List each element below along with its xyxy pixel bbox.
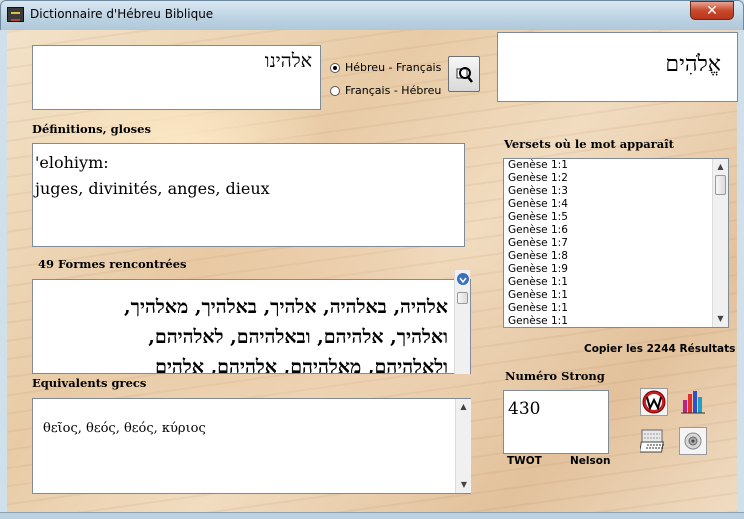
copy-results-link[interactable]: Copier les 2244 Résultats bbox=[584, 343, 735, 355]
radio-label: Français - Hébreu bbox=[345, 84, 442, 97]
scroll-down-arrow[interactable]: ▼ bbox=[713, 311, 728, 327]
scroll-thumb[interactable] bbox=[457, 292, 468, 304]
greek-scrollbar[interactable]: ▲ ▼ bbox=[455, 399, 471, 493]
verse-list-item[interactable]: Genèse 1:6 bbox=[504, 224, 728, 237]
verse-list-item[interactable]: Genèse 1:8 bbox=[504, 250, 728, 263]
verse-list-item[interactable]: Genèse 1:9 bbox=[504, 263, 728, 276]
definition-line: 'elohiym: bbox=[35, 153, 109, 172]
verses-scrollbar[interactable]: ▲ ▼ bbox=[712, 159, 728, 327]
search-input[interactable]: אלהינו bbox=[32, 45, 321, 110]
close-button[interactable]: ✕ bbox=[690, 1, 734, 20]
definition-line: juges, divinités, anges, dieux bbox=[35, 179, 270, 198]
verse-list-item[interactable]: Genèse 1:1 bbox=[504, 159, 728, 172]
verse-list-item[interactable]: Genèse 1:4 bbox=[504, 198, 728, 211]
form-line: ואלהיך, אלהיהם, ובאלהיהם, לאלהיהם, bbox=[148, 326, 448, 348]
definitions-text[interactable]: 'elohiym: juges, divinités, anges, dieux bbox=[32, 143, 465, 247]
forms-label: 49 Formes rencontrées bbox=[38, 257, 187, 271]
keyboard-button[interactable] bbox=[639, 427, 668, 455]
bar-chart-icon bbox=[681, 391, 705, 414]
statistics-button[interactable] bbox=[679, 388, 707, 416]
verses-list[interactable]: Genèse 1:1 Genèse 1:2 Genèse 1:3 Genèse … bbox=[503, 158, 729, 328]
form-line: ולאלהיהם, מאלהיהם, אלהיהם, אלהים bbox=[155, 356, 448, 374]
search-button[interactable] bbox=[448, 56, 480, 92]
verse-list-item[interactable]: Genèse 1:3 bbox=[504, 185, 728, 198]
radio-french-hebrew[interactable]: Français - Hébreu bbox=[330, 84, 441, 97]
w-logo-icon bbox=[642, 390, 666, 414]
scroll-down-arrow[interactable]: ▼ bbox=[456, 477, 472, 493]
verse-list-item[interactable]: Genèse 1:2 bbox=[504, 172, 728, 185]
verses-label: Versets où le mot apparaît bbox=[504, 137, 674, 151]
nelson-label[interactable]: Nelson bbox=[570, 455, 610, 467]
scroll-thumb[interactable] bbox=[715, 175, 726, 195]
window-title: Dictionnaire d'Hébreu Biblique bbox=[30, 7, 214, 21]
result-word-display: אֱלֹהִים bbox=[497, 32, 738, 102]
form-line: אלהיה, באלהיה, אלהיך, באלהיך, מאלהיך, bbox=[124, 296, 448, 318]
forms-scrollbar[interactable] bbox=[454, 270, 470, 374]
definitions-label: Définitions, gloses bbox=[32, 122, 151, 136]
scroll-up-arrow[interactable]: ▲ bbox=[713, 159, 728, 175]
greek-text[interactable]: θεῖος, θεός, θεός, κύριος bbox=[32, 398, 471, 494]
speaker-button[interactable] bbox=[679, 427, 707, 455]
forms-text[interactable]: אלהיה, באלהיה, אלהיך, באלהיך, מאלהיך, וא… bbox=[32, 279, 471, 374]
verse-list-item[interactable]: Genèse 1:5 bbox=[504, 211, 728, 224]
w-logo-button[interactable] bbox=[640, 388, 668, 416]
strong-number-field[interactable]: 430 bbox=[503, 390, 609, 454]
radio-button-checked[interactable] bbox=[330, 62, 340, 73]
keyboard-icon bbox=[639, 429, 664, 453]
verse-list-item[interactable]: Genèse 1:7 bbox=[504, 237, 728, 250]
scroll-up-icon[interactable] bbox=[455, 270, 470, 288]
scroll-up-arrow[interactable]: ▲ bbox=[456, 399, 471, 415]
radio-button[interactable] bbox=[330, 85, 340, 96]
app-icon[interactable] bbox=[7, 7, 24, 22]
verse-list-item[interactable]: Genèse 1:1 bbox=[504, 302, 728, 315]
strong-label: Numéro Strong bbox=[505, 369, 605, 383]
radio-hebrew-french[interactable]: Hébreu - Français bbox=[330, 61, 441, 74]
verse-list-item[interactable]: Genèse 1:1 bbox=[504, 289, 728, 302]
magnifier-icon bbox=[456, 67, 473, 83]
window-frame-bottom bbox=[0, 512, 744, 519]
radio-label: Hébreu - Français bbox=[345, 61, 442, 74]
speaker-icon bbox=[684, 432, 702, 450]
greek-label: Equivalents grecs bbox=[32, 376, 147, 390]
verse-list-item[interactable]: Genèse 1:1 bbox=[504, 276, 728, 289]
verse-list-item[interactable]: Genèse 1:1 bbox=[504, 315, 728, 327]
twot-label[interactable]: TWOT bbox=[507, 455, 542, 467]
